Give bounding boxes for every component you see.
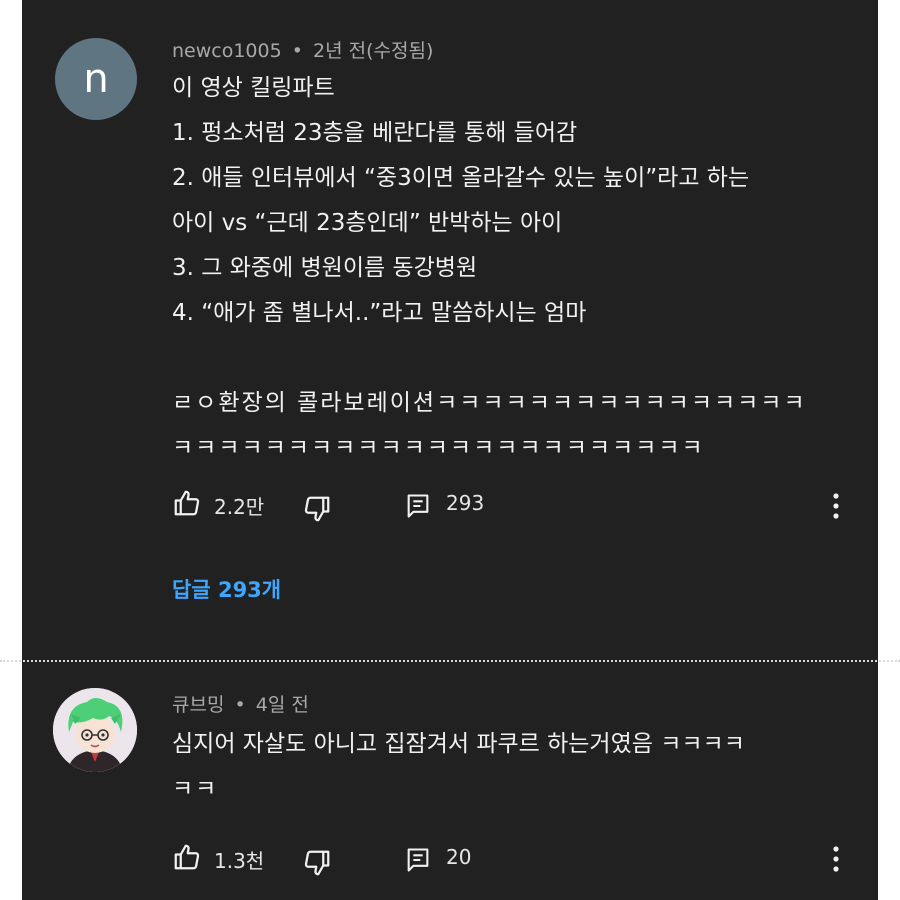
page-divider [0, 660, 900, 662]
thumbs-up-icon[interactable] [172, 842, 202, 872]
reply-icon[interactable] [404, 492, 432, 520]
view-replies-link[interactable]: 답글 293개 [172, 574, 281, 604]
like-count: 1.3천 [214, 849, 265, 873]
comment-header: newco1005 • 2년 전(수정됨) [172, 36, 433, 63]
comment-line: 1. 펑소처럼 23층을 베란다를 통해 들어감 [172, 120, 578, 146]
reply-count: 293 [446, 491, 485, 515]
author-name[interactable]: newco1005 [172, 40, 282, 62]
more-vert-icon[interactable] [826, 490, 846, 522]
comment-timestamp[interactable]: 4일 전 [256, 694, 309, 716]
comment-line: 2. 애들 인터뷰에서 “중3이면 올라갈수 있는 높이”라고 하는 [172, 165, 750, 191]
comment-line: 3. 그 와중에 병원이름 동강병원 [172, 255, 478, 281]
comment-line: 이 영상 킬링파트 [172, 75, 335, 101]
comment-header: 큐브밍 • 4일 전 [172, 690, 309, 717]
comment-line: 심지어 자살도 아니고 집잠겨서 파쿠르 하는거였음 ㅋㅋㅋㅋ [172, 731, 745, 757]
avatar[interactable]: n [55, 38, 137, 120]
reply-icon[interactable] [404, 846, 432, 874]
reply-count: 20 [446, 845, 472, 869]
thumbs-down-icon[interactable] [302, 848, 332, 878]
comment-timestamp[interactable]: 2년 전(수정됨) [313, 40, 433, 62]
thumbs-down-icon[interactable] [302, 494, 332, 524]
comment-line: ㅋㅋ [172, 776, 219, 802]
meta-separator: • [291, 40, 303, 62]
comment-line: ㅋㅋㅋㅋㅋㅋㅋㅋㅋㅋㅋㅋㅋㅋㅋㅋㅋㅋㅋㅋㅋㅋㅋ [172, 435, 705, 461]
comment-line: 아이 vs “근데 23층인데” 반박하는 아이 [172, 210, 563, 236]
comment-text: 이 영상 킬링파트 1. 펑소처럼 23층을 베란다를 통해 들어감 2. 애들… [172, 66, 807, 471]
avatar-illustration [53, 688, 137, 772]
comment-text: 심지어 자살도 아니고 집잠겨서 파쿠르 하는거였음 ㅋㅋㅋㅋ ㅋㅋ [172, 722, 745, 812]
comment-line: 4. “애가 좀 별나서..”라고 말씀하시는 엄마 [172, 300, 587, 326]
thumbs-up-icon[interactable] [172, 488, 202, 518]
avatar[interactable] [53, 688, 137, 772]
meta-separator: • [234, 694, 246, 716]
more-vert-icon[interactable] [826, 843, 846, 875]
author-name[interactable]: 큐브밍 [172, 694, 224, 716]
comment-line: ㄹㅇ환장의 콜라보레이션ㅋㅋㅋㅋㅋㅋㅋㅋㅋㅋㅋㅋㅋㅋㅋㅋ [172, 390, 807, 416]
like-count: 2.2만 [214, 495, 265, 519]
comment-line [172, 336, 807, 381]
